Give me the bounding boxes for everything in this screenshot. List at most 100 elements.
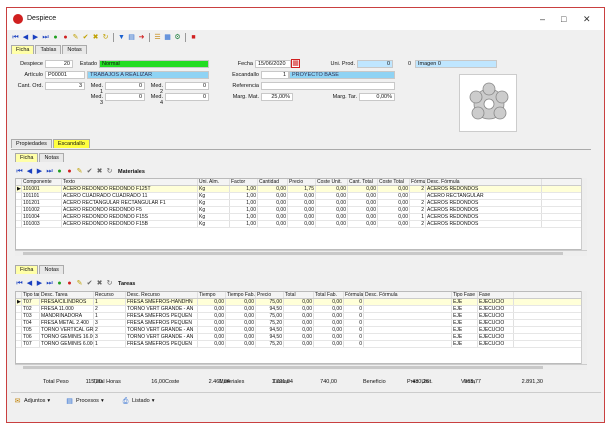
tareas-cell[interactable]: EJE [452,299,478,305]
tareas-cell[interactable]: 0,00 [198,313,226,319]
tareas-cell[interactable]: EJE [452,334,478,340]
materiales-row[interactable]: 101003 ACERO REDONDO REDONDO F15B Kg 1,00 0,… [16,221,586,228]
tareas-cell[interactable]: 0,00 [226,320,256,326]
add-icon[interactable]: ● [55,279,64,288]
tareas-cell[interactable]: 94,50 [256,306,284,312]
materiales-cell[interactable]: 2 [410,207,426,213]
tareas-cell[interactable]: 0,00 [284,299,314,305]
tareas-cell[interactable]: 1 [94,341,126,347]
tareas-cell[interactable] [364,299,452,305]
materiales-column-header[interactable]: Coste Unit. [316,179,348,185]
materiales-cell[interactable]: 101101 [22,193,62,199]
first-record-icon[interactable]: ⏮ [11,33,20,42]
materiales-cell[interactable]: ACERO CUADRADO CUADRADO 11 [62,193,198,199]
materiales-cell[interactable]: 0,00 [378,214,410,220]
materiales-cell[interactable]: 101003 [22,221,62,227]
escandallo-desc-field[interactable]: PROYECTO BASE [289,71,395,79]
tareas-cell[interactable]: T06 [22,334,40,340]
materiales-cell[interactable]: 0,00 [348,200,378,206]
materiales-cell[interactable]: 1,00 [230,214,258,220]
materiales-horizontal-scrollbar[interactable] [15,250,587,256]
marg-mat-field[interactable]: 25,00% [261,93,293,101]
tab-tablas[interactable]: Tablas [35,45,62,54]
materiales-cell[interactable]: 2 [410,186,426,192]
materiales-cell[interactable] [410,193,426,199]
cancel-icon[interactable]: ✖ [91,33,100,42]
tareas-cell[interactable]: 0,00 [198,327,226,333]
imagen-field[interactable]: Imagen 0 [415,60,497,68]
materiales-cell[interactable]: Kg [198,193,230,199]
materiales-cell[interactable]: 0,00 [258,207,288,213]
tareas-row[interactable]: T03 MANDRINADORA 1 FRESA SMEFROS PEQUEÑ 0,00… [16,313,586,320]
tareas-cell[interactable]: 75,00 [256,299,284,305]
tareas-cell[interactable]: 0,00 [198,341,226,347]
tareas-cell[interactable]: EJECUCIO [478,341,514,347]
tab-mat-ficha[interactable]: Ficha [15,153,39,162]
tareas-cell[interactable]: 0,00 [314,299,344,305]
add-icon[interactable]: ● [55,167,64,176]
materiales-cell[interactable]: 2 [410,200,426,206]
materiales-cell[interactable]: 1 [410,214,426,220]
tareas-column-header[interactable]: Total Fab. [314,292,344,298]
materiales-cell[interactable]: 101201 [22,200,62,206]
tareas-cell[interactable]: 75,20 [256,341,284,347]
last-icon[interactable]: ⏭ [45,167,54,176]
marg-tar-field[interactable]: 0,00% [359,93,395,101]
tareas-cell[interactable]: 94,50 [256,327,284,333]
escandallo-field[interactable]: 1 [261,71,289,79]
materiales-cell[interactable]: 0,00 [316,193,348,199]
next-icon[interactable]: ▶ [35,279,44,288]
tareas-cell[interactable]: 0,00 [284,306,314,312]
tareas-cell[interactable]: 0 [344,306,364,312]
tareas-cell[interactable]: 0,00 [198,306,226,312]
materiales-column-header[interactable]: Cant. Total [348,179,378,185]
next-record-icon[interactable]: ▶ [31,33,40,42]
export-icon[interactable]: ➜ [137,33,146,42]
materiales-cell[interactable]: 0,00 [316,186,348,192]
tareas-cell[interactable]: 0 [344,334,364,340]
materiales-cell[interactable]: ACEROS REDONDOS [426,186,542,192]
materiales-cell[interactable]: 0,00 [258,221,288,227]
materiales-column-header[interactable]: Precio [288,179,316,185]
tareas-cell[interactable]: 0,00 [226,299,256,305]
tareas-column-header[interactable]: Total [284,292,314,298]
tab-tar-ficha[interactable]: Ficha [15,265,39,274]
lock-icon[interactable]: ■ [189,33,198,42]
tareas-cell[interactable]: 0 [344,341,364,347]
materiales-cell[interactable]: 0,00 [258,186,288,192]
tareas-cell[interactable]: FRESA SMEFROS-HANDHN [126,299,198,305]
edit-icon[interactable]: ✎ [75,167,84,176]
tareas-cell[interactable] [364,327,452,333]
settings-icon[interactable]: ⚙ [173,33,182,42]
tareas-cell[interactable]: TORNO VERTICAL GRANDE [40,327,94,333]
tareas-cell[interactable]: 0,00 [198,299,226,305]
delete-icon[interactable]: ● [61,33,70,42]
tareas-row[interactable]: T04 FRESA METAL 2.400 3 FRESA SMEFROS PEQUE… [16,320,586,327]
materiales-column-header[interactable]: Fórmula [410,179,426,185]
materiales-cell[interactable]: 1,00 [230,207,258,213]
materiales-cell[interactable]: 0,00 [316,214,348,220]
tareas-cell[interactable]: TORNO GEMINIS 16.000 [40,334,94,340]
tareas-cell[interactable]: FRESA METAL 2.400 [40,320,94,326]
materiales-cell[interactable]: 0,00 [348,221,378,227]
filter-icon[interactable]: ▼ [117,33,126,42]
materiales-cell[interactable]: Kg [198,200,230,206]
tareas-horizontal-scrollbar[interactable] [15,364,587,370]
save-icon[interactable]: ✔ [81,33,90,42]
materiales-cell[interactable]: 0,00 [348,214,378,220]
materiales-cell[interactable]: Kg [198,221,230,227]
materiales-cell[interactable]: ACEROS REDONDOS [426,200,542,206]
tareas-cell[interactable]: 75,20 [256,320,284,326]
minimize-button[interactable]: – [540,14,545,24]
materiales-column-header[interactable]: Texto [62,179,198,185]
materiales-cell[interactable]: 0,00 [378,221,410,227]
materiales-cell[interactable]: ACERO REDONDO REDONDO F15B [62,221,198,227]
tareas-cell[interactable]: EJECUCIO [478,313,514,319]
materiales-cell[interactable]: ACEROS REDONDOS [426,214,542,220]
tareas-cell[interactable]: 2 [94,306,126,312]
materiales-row[interactable]: 101002 ACERO REDONDO REDONDO F5 Kg 1,00 0,00… [16,207,586,214]
tareas-cell[interactable]: T07 [22,341,40,347]
tareas-column-header[interactable]: Tiempo Fab. [226,292,256,298]
tareas-cell[interactable]: T03 [22,313,40,319]
tareas-cell[interactable]: 3 [94,334,126,340]
